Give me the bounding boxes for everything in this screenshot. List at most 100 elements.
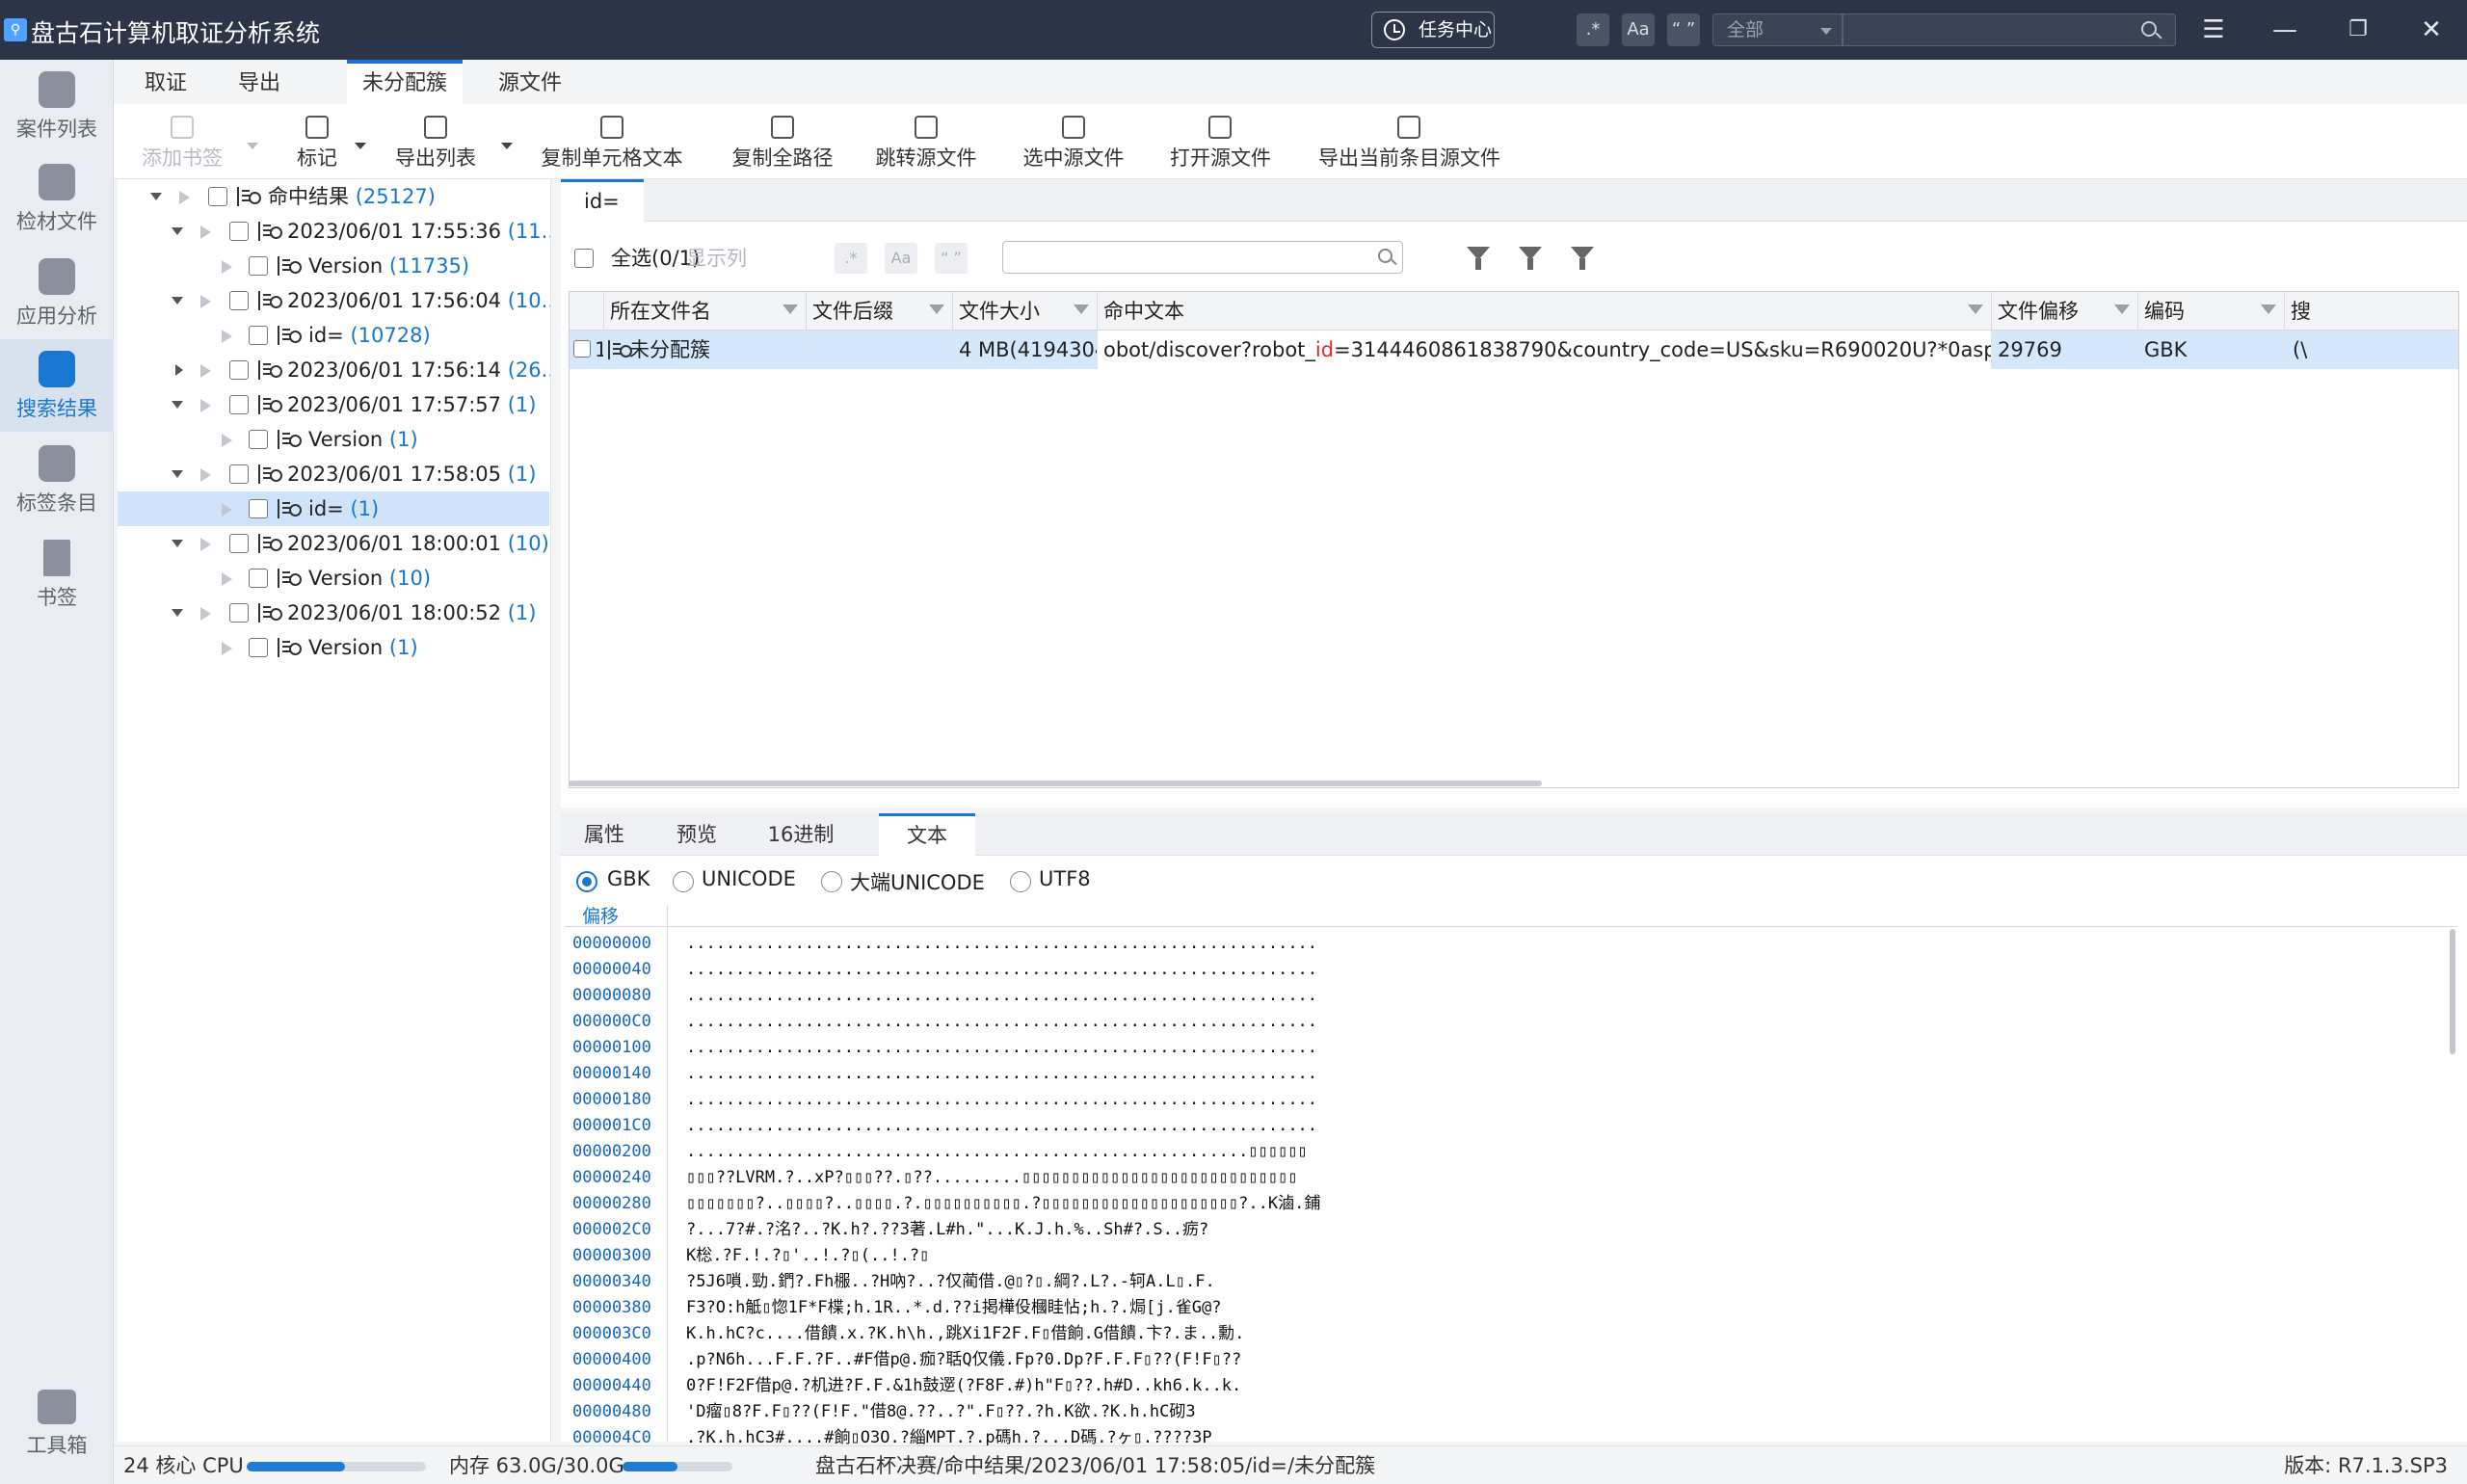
copy-path-button[interactable]: 复制全路径 [727, 114, 838, 177]
row-cell-index[interactable]: 1 [570, 331, 604, 369]
tree-node-selected[interactable]: id= (1) [118, 491, 549, 526]
filter-icon[interactable] [1968, 305, 1983, 314]
filter-icon[interactable] [929, 305, 944, 314]
cell-suffix[interactable] [807, 331, 953, 369]
regex-toggle[interactable]: .* [1577, 13, 1609, 46]
jump-source-button[interactable]: 跳转源文件 [875, 114, 977, 177]
add-bookmark-button[interactable]: 添加书签 [139, 114, 225, 177]
open-source-button[interactable]: 打开源文件 [1170, 114, 1271, 177]
result-search-input[interactable] [1002, 241, 1403, 274]
tree-checkbox[interactable] [208, 187, 227, 206]
mark-button[interactable]: 标记 [283, 114, 351, 177]
tree-checkbox[interactable] [249, 569, 268, 588]
cell-hit-text[interactable]: obot/discover?robot_id=3144460861838790&… [1098, 331, 1992, 369]
encoding-label[interactable]: 大端UNICODE [850, 867, 985, 896]
encoding-radio-utf8[interactable] [1010, 871, 1031, 892]
cell-encoding[interactable]: GBK [2138, 331, 2285, 369]
tree-node[interactable]: Version (1) [118, 422, 550, 457]
close-button[interactable]: ✕ [2415, 13, 2448, 46]
tree-node[interactable]: 2023/06/01 17:55:36 (11... [118, 214, 550, 249]
tab-source-file[interactable]: 源文件 [484, 60, 576, 104]
tree-checkbox[interactable] [229, 291, 249, 310]
global-search-input[interactable] [1843, 13, 2176, 46]
tree-node[interactable]: 命中结果 (25127) [118, 179, 550, 214]
nav-item-search-results[interactable]: 搜索结果 [0, 339, 114, 432]
tree-checkbox[interactable] [229, 464, 249, 484]
task-center-button[interactable]: 任务中心 [1371, 12, 1495, 48]
chevron-down-icon[interactable] [355, 143, 366, 149]
expand-icon[interactable] [172, 470, 183, 478]
filter-icon[interactable] [2261, 305, 2276, 314]
expand-icon[interactable] [150, 193, 162, 200]
tree-checkbox[interactable] [249, 430, 268, 449]
tab-hex[interactable]: 16进制 [748, 813, 854, 856]
whole-word-toggle[interactable]: “ ” [1667, 13, 1700, 46]
tree-checkbox[interactable] [249, 326, 268, 345]
column-header[interactable]: 文件偏移 [1992, 292, 2138, 331]
chevron-down-icon[interactable] [501, 143, 513, 149]
show-columns-button[interactable]: 显示列 [686, 243, 747, 272]
export-list-button[interactable]: 导出列表 [391, 114, 480, 177]
filter-dropdown-icon[interactable] [1467, 247, 1490, 270]
tree-checkbox[interactable] [229, 534, 249, 553]
nav-item-bookmarks[interactable]: 书签 [0, 528, 114, 621]
encoding-radio-big-endian-unicode[interactable] [821, 871, 842, 892]
filter-edit-icon[interactable] [1519, 247, 1542, 270]
tab-text[interactable]: 文本 [879, 813, 975, 856]
tab-result-id[interactable]: id= [561, 179, 644, 222]
cell-offset[interactable]: 29769 [1992, 331, 2138, 369]
tree-node[interactable]: id= (10728) [118, 318, 550, 353]
scope-select[interactable]: 全部 [1712, 13, 1843, 46]
search-icon[interactable] [2141, 21, 2157, 37]
whole-word-toggle[interactable]: “ ” [935, 243, 968, 274]
select-all-checkbox[interactable] [574, 249, 594, 268]
tree-node[interactable]: 2023/06/01 17:57:57 (1) [118, 387, 550, 422]
cell-file-name[interactable]: 未分配簇 [604, 331, 807, 369]
row-checkbox[interactable] [573, 340, 591, 358]
encoding-label[interactable]: UTF8 [1039, 867, 1091, 890]
column-header[interactable]: 所在文件名 [604, 292, 807, 331]
filter-icon[interactable] [1074, 305, 1089, 314]
expand-icon[interactable] [172, 609, 183, 617]
encoding-radio-unicode[interactable] [673, 871, 694, 892]
tree-checkbox[interactable] [229, 222, 249, 241]
case-toggle[interactable]: Aa [885, 243, 917, 274]
tree-checkbox[interactable] [249, 638, 268, 657]
select-source-button[interactable]: 选中源文件 [1021, 114, 1126, 177]
column-header[interactable]: 文件后缀 [807, 292, 953, 331]
expand-icon[interactable] [172, 540, 183, 547]
menu-button[interactable]: ☰ [2197, 13, 2230, 46]
column-header[interactable]: 命中文本 [1098, 292, 1992, 331]
nav-item-tags[interactable]: 标签条目 [0, 434, 114, 526]
table-row[interactable]: 1 未分配簇 4 MB(4194304) obot/discover?robot… [570, 331, 2458, 369]
tab-forensics[interactable]: 取证 [129, 60, 202, 104]
tree-node[interactable]: Version (1) [118, 630, 550, 665]
encoding-radio-gbk[interactable] [576, 871, 597, 892]
tree-checkbox[interactable] [229, 395, 249, 414]
filter-icon[interactable] [2114, 305, 2130, 314]
copy-cell-button[interactable]: 复制单元格文本 [540, 114, 684, 177]
nav-item-toolbox[interactable]: 工具箱 [0, 1380, 114, 1476]
restore-button[interactable]: ❐ [2342, 13, 2374, 46]
tree-node[interactable]: 2023/06/01 18:00:01 (10) [118, 526, 550, 561]
nav-item-evidence[interactable]: 检材文件 [0, 152, 114, 245]
tab-properties[interactable]: 属性 [561, 813, 648, 856]
chevron-down-icon[interactable] [247, 143, 258, 149]
tab-export[interactable]: 导出 [218, 60, 301, 104]
column-header[interactable]: 编码 [2138, 292, 2285, 331]
nav-item-case-list[interactable]: 案件列表 [0, 60, 114, 152]
column-header[interactable]: 文件大小 [953, 292, 1098, 331]
filter-clear-icon[interactable] [1571, 247, 1594, 270]
horizontal-scrollbar[interactable] [569, 781, 1542, 786]
tree-node[interactable]: Version (10) [118, 561, 550, 596]
tree-checkbox[interactable] [249, 256, 268, 276]
tree-node[interactable]: 2023/06/01 17:56:04 (10... [118, 283, 550, 318]
tree-checkbox[interactable] [249, 499, 268, 518]
encoding-label[interactable]: UNICODE [702, 867, 796, 890]
minimize-button[interactable]: — [2268, 13, 2301, 46]
tree-node[interactable]: 2023/06/01 17:58:05 (1) [118, 457, 550, 491]
expand-icon[interactable] [172, 401, 183, 409]
tree-node[interactable]: 2023/06/01 17:56:14 (26... [118, 353, 550, 387]
cell-file-size[interactable]: 4 MB(4194304) [953, 331, 1098, 369]
regex-toggle[interactable]: .* [835, 243, 867, 274]
